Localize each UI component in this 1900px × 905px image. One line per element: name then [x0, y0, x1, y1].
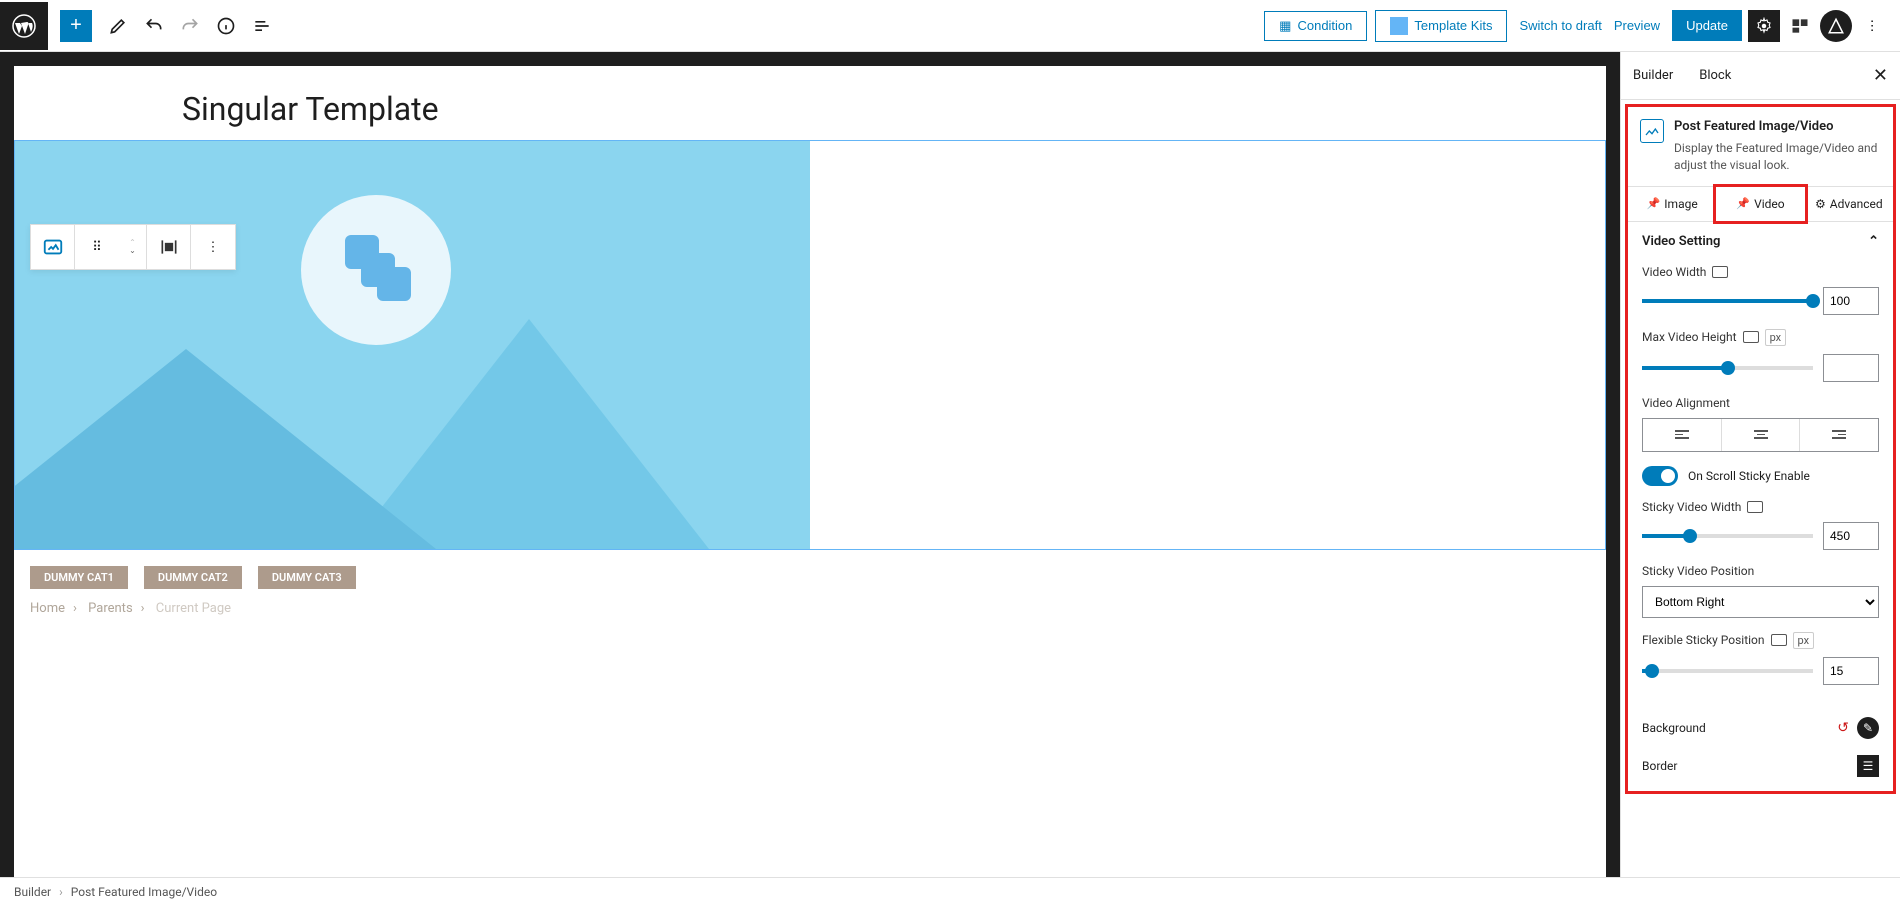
settings-sidebar: Builder Block ✕ Post Featured Image/Vide…	[1620, 52, 1900, 877]
main-area: Singular Template ⠿ ⌃⌄ ⋮ DUMMY CAT1	[0, 52, 1900, 877]
analog-icon[interactable]	[1820, 10, 1852, 42]
video-width-slider[interactable]	[1642, 299, 1813, 303]
sticky-width-slider[interactable]	[1642, 534, 1813, 538]
align-icon[interactable]	[147, 225, 191, 269]
template-kits-button[interactable]: Template Kits	[1375, 10, 1507, 42]
category-badge[interactable]: DUMMY CAT2	[144, 566, 242, 589]
sticky-width-input[interactable]	[1823, 522, 1879, 550]
video-width-field: Video Width	[1642, 265, 1879, 315]
sticky-width-field: Sticky Video Width	[1642, 500, 1879, 550]
canvas: Singular Template ⠿ ⌃⌄ ⋮ DUMMY CAT1	[14, 66, 1606, 877]
block-type-icon[interactable]	[31, 225, 75, 269]
gear-icon: ⚙	[1815, 197, 1826, 211]
chevron-up-icon: ⌃	[1868, 234, 1879, 249]
max-height-slider[interactable]	[1642, 366, 1813, 370]
responsive-icon[interactable]	[1747, 501, 1763, 513]
border-row[interactable]: Border ☰	[1628, 747, 1893, 785]
unit-px[interactable]: px	[1793, 632, 1815, 649]
flexible-position-input[interactable]	[1823, 657, 1879, 685]
reset-icon[interactable]: ↺	[1837, 720, 1849, 736]
align-right-button[interactable]	[1800, 419, 1878, 451]
preview-link[interactable]: Preview	[1614, 18, 1660, 33]
sub-tabs: 📌Image 📌Video ⚙Advanced	[1628, 186, 1893, 222]
video-width-input[interactable]	[1823, 287, 1879, 315]
panels-icon[interactable]	[1784, 10, 1816, 42]
category-badge[interactable]: DUMMY CAT3	[258, 566, 356, 589]
block-info-title: Post Featured Image/Video	[1674, 119, 1881, 134]
breadcrumb: Home› Parents› Current Page	[14, 597, 1606, 632]
switch-to-draft-link[interactable]: Switch to draft	[1519, 18, 1601, 33]
move-arrows-icon[interactable]: ⌃⌄	[119, 225, 147, 269]
wordpress-logo[interactable]	[0, 2, 48, 50]
block-floating-toolbar: ⠿ ⌃⌄ ⋮	[30, 224, 236, 270]
image-placeholder-icon	[301, 195, 451, 345]
block-info-icon	[1640, 119, 1664, 143]
undo-icon[interactable]	[138, 10, 170, 42]
footer-block[interactable]: Post Featured Image/Video	[71, 885, 217, 899]
sub-tab-video[interactable]: 📌Video	[1713, 184, 1807, 224]
settings-sliders-icon[interactable]: ☰	[1857, 755, 1879, 777]
max-height-input[interactable]	[1823, 354, 1879, 382]
sticky-enable-toggle[interactable]	[1642, 466, 1678, 486]
responsive-icon[interactable]	[1771, 634, 1787, 646]
sidebar-tabs: Builder Block ✕	[1621, 52, 1900, 100]
sub-tab-image[interactable]: 📌Image	[1628, 187, 1716, 221]
breadcrumb-current: Current Page	[156, 601, 231, 616]
more-options-icon[interactable]: ⋮	[1856, 10, 1888, 42]
page-title: Singular Template	[14, 66, 1606, 140]
align-center-button[interactable]	[1722, 419, 1801, 451]
category-badges: DUMMY CAT1 DUMMY CAT2 DUMMY CAT3	[14, 550, 1606, 597]
flexible-position-slider[interactable]	[1642, 669, 1813, 673]
add-block-button[interactable]: +	[60, 10, 92, 42]
drag-handle-icon[interactable]: ⠿	[75, 225, 119, 269]
condition-button[interactable]: ▦Condition	[1264, 11, 1367, 41]
breadcrumb-home[interactable]: Home	[30, 601, 65, 616]
highlighted-panel: Post Featured Image/Video Display the Fe…	[1625, 104, 1896, 794]
close-sidebar-icon[interactable]: ✕	[1873, 65, 1888, 86]
sticky-enable-field: On Scroll Sticky Enable	[1642, 466, 1879, 486]
info-icon[interactable]	[210, 10, 242, 42]
unit-px[interactable]: px	[1765, 329, 1787, 346]
sticky-position-select[interactable]: Bottom Right	[1642, 586, 1879, 618]
responsive-icon[interactable]	[1712, 266, 1728, 278]
post-featured-image-block[interactable]	[14, 140, 1606, 550]
pin-icon: 📌	[1647, 197, 1661, 210]
responsive-icon[interactable]	[1743, 331, 1759, 343]
block-info-desc: Display the Featured Image/Video and adj…	[1674, 140, 1881, 174]
settings-gear-icon[interactable]	[1748, 10, 1780, 42]
condition-icon: ▦	[1279, 18, 1291, 34]
flexible-position-field: Flexible Sticky Positionpx	[1642, 632, 1879, 685]
footer-builder[interactable]: Builder	[14, 885, 51, 899]
category-badge[interactable]: DUMMY CAT1	[30, 566, 128, 589]
breadcrumb-parents[interactable]: Parents	[88, 601, 133, 616]
template-kits-icon	[1390, 17, 1408, 35]
list-view-icon[interactable]	[246, 10, 278, 42]
top-toolbar: + ▦Condition Template Kits Switch to dra…	[0, 0, 1900, 52]
sub-tab-advanced[interactable]: ⚙Advanced	[1805, 187, 1893, 221]
tab-block[interactable]: Block	[1699, 56, 1741, 95]
redo-icon[interactable]	[174, 10, 206, 42]
update-button[interactable]: Update	[1672, 10, 1742, 41]
tab-builder[interactable]: Builder	[1633, 56, 1683, 95]
featured-image-placeholder	[15, 141, 810, 549]
canvas-area: Singular Template ⠿ ⌃⌄ ⋮ DUMMY CAT1	[0, 52, 1620, 877]
edit-pencil-icon[interactable]: ✎	[1857, 717, 1879, 739]
sticky-position-field: Sticky Video Position Bottom Right	[1642, 564, 1879, 618]
edit-icon[interactable]	[102, 10, 134, 42]
footer-breadcrumb: Builder › Post Featured Image/Video	[0, 877, 1900, 905]
video-alignment-field: Video Alignment	[1642, 396, 1879, 452]
block-info: Post Featured Image/Video Display the Fe…	[1628, 107, 1893, 186]
align-left-button[interactable]	[1643, 419, 1722, 451]
pin-icon: 📌	[1736, 197, 1750, 210]
max-video-height-field: Max Video Heightpx	[1642, 329, 1879, 382]
background-row[interactable]: Background ↺ ✎	[1628, 709, 1893, 747]
block-more-icon[interactable]: ⋮	[191, 225, 235, 269]
video-setting-panel-title[interactable]: Video Setting⌃	[1628, 222, 1893, 261]
